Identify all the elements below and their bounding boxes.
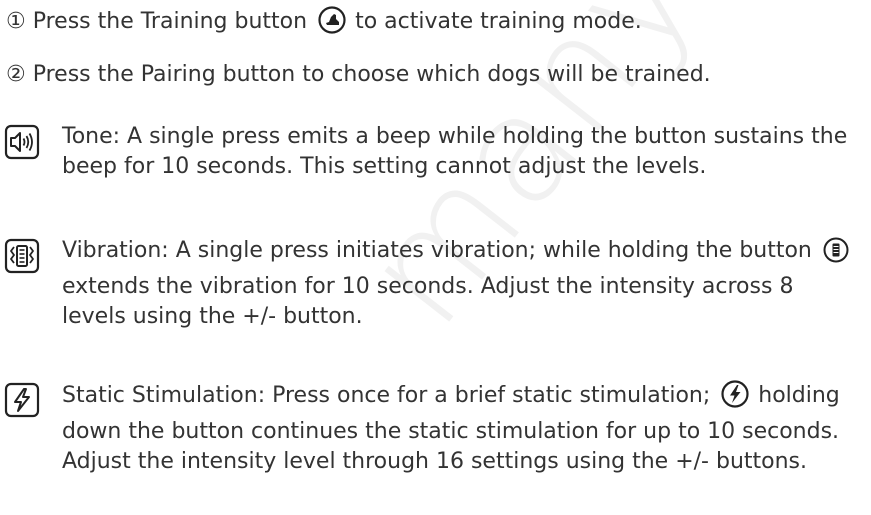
manual-page: manyeoft.c ① Press the Training button t… bbox=[0, 0, 871, 515]
vibration-text-before: Vibration: A single press initiates vibr… bbox=[62, 238, 819, 263]
lightning-icon bbox=[4, 382, 40, 418]
static-button-icon bbox=[721, 380, 749, 417]
step-1: ① Press the Training button to activate … bbox=[6, 6, 642, 43]
tone-description: Tone: A single press emits a beep while … bbox=[62, 124, 848, 179]
step-2-number: ② bbox=[6, 62, 26, 87]
training-button-icon bbox=[318, 6, 346, 43]
step-1-text-before: Press the Training button bbox=[25, 9, 315, 34]
vibration-description: Vibration: A single press initiates vibr… bbox=[62, 236, 862, 332]
step-1-number: ① bbox=[6, 9, 26, 34]
static-text-before: Static Stimulation: Press once for a bri… bbox=[62, 383, 718, 408]
step-2-text: Press the Pairing button to choose which… bbox=[25, 62, 711, 87]
vibration-button-icon bbox=[823, 237, 849, 272]
speaker-icon bbox=[4, 124, 40, 160]
vibration-icon bbox=[4, 238, 40, 274]
step-2: ② Press the Pairing button to choose whi… bbox=[6, 60, 711, 90]
static-description: Static Stimulation: Press once for a bri… bbox=[62, 380, 862, 477]
vibration-text-after: extends the vibration for 10 seconds. Ad… bbox=[62, 274, 794, 329]
step-1-text-after: to activate training mode. bbox=[348, 9, 642, 34]
